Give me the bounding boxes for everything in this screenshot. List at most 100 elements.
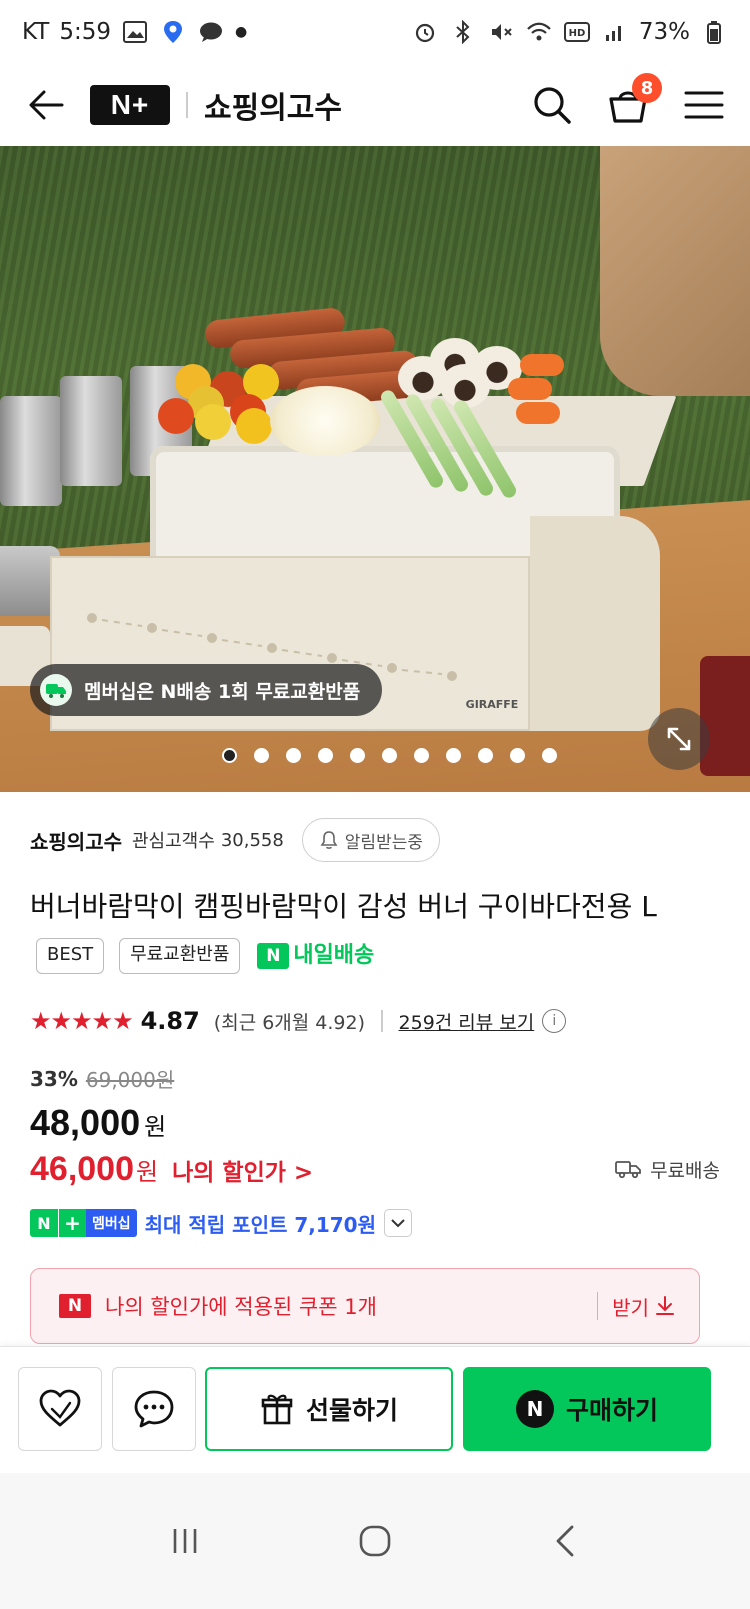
chip-n: N — [30, 1209, 58, 1237]
clock: 5:59 — [59, 19, 112, 45]
carousel-dot[interactable] — [446, 748, 461, 763]
wishlist-button[interactable] — [18, 1367, 102, 1451]
membership-promo-pill[interactable]: 멤버십은 N배송 1회 무료교환반품 — [30, 664, 383, 716]
search-icon — [534, 87, 571, 124]
rating-score: 4.87 — [140, 1007, 200, 1035]
next-day-delivery-label: 내일배송 — [293, 943, 375, 968]
original-price: 69,000원 — [85, 1068, 175, 1092]
buy-label: 구매하기 — [565, 1396, 658, 1425]
carousel-dots — [222, 748, 557, 763]
app-header: N+ 쇼핑의고수 8 — [0, 64, 750, 146]
expand-icon — [667, 727, 691, 751]
signal-icon — [601, 18, 629, 46]
product-title: 버너바람막이 캠핑바람막이 감성 버너 구이바다전용 L — [30, 890, 657, 923]
bell-icon — [320, 831, 338, 849]
download-icon — [656, 1296, 674, 1315]
product-image-carousel[interactable]: GIRAFFE 멤버십은 N배송 1회 무료교환반품 — [0, 146, 750, 792]
points-row: N + 멤버십 최대 적립 포인트 7,170원 — [30, 1206, 412, 1240]
battery-icon — [700, 18, 728, 46]
chevron-down-icon — [391, 1219, 405, 1228]
my-price-row: 46,000 원 나의 할인가 > 무료배송 — [30, 1150, 720, 1189]
original-price-row: 33% 69,000원 — [30, 1064, 174, 1093]
battery-percent: 73% — [638, 19, 690, 45]
hd-icon: HD — [563, 18, 591, 46]
coupon-download-button[interactable]: 받기 — [612, 1292, 675, 1321]
system-back-button[interactable] — [530, 1506, 600, 1576]
svg-text:HD: HD — [569, 28, 586, 39]
coupon-text: 나의 할인가에 적용된 쿠폰 1개 — [105, 1295, 377, 1319]
sale-price-unit: 원 — [144, 1113, 167, 1141]
carousel-dot[interactable] — [286, 748, 301, 763]
bluetooth-icon — [449, 18, 477, 46]
carousel-dot[interactable] — [254, 748, 269, 763]
best-tag: BEST — [36, 938, 105, 974]
gift-button[interactable]: 선물하기 — [205, 1367, 453, 1451]
search-button[interactable] — [528, 81, 576, 129]
promo-text: 멤버십은 N배송 1회 무료교환반품 — [84, 680, 361, 703]
bottom-action-bar: 선물하기 N 구매하기 — [0, 1346, 750, 1473]
coupon-banner[interactable]: N 나의 할인가에 적용된 쿠폰 1개 받기 — [30, 1268, 700, 1344]
coupon-n-badge: N — [59, 1294, 91, 1318]
info-icon[interactable]: i — [542, 1009, 567, 1033]
max-points-text: 최대 적립 포인트 7,170원 — [144, 1212, 376, 1237]
alarm-subscribe-button[interactable]: 알림받는중 — [301, 818, 440, 862]
recent-apps-icon — [173, 1529, 197, 1553]
status-left: KT 5:59 ● — [22, 18, 247, 46]
free-shipping: 무료배송 — [614, 1156, 720, 1183]
store-name-link[interactable]: 쇼핑의고수 — [30, 826, 122, 855]
naver-plus-logo[interactable]: N+ — [90, 85, 170, 125]
my-price-link[interactable]: 나의 할인가 > — [172, 1153, 313, 1187]
wifi-icon — [525, 18, 553, 46]
buy-button[interactable]: N 구매하기 — [463, 1367, 711, 1451]
brand-divider — [186, 92, 188, 118]
carousel-dot[interactable] — [542, 748, 557, 763]
back-button[interactable] — [22, 81, 70, 129]
follower-count: 30,558 — [220, 829, 284, 851]
expand-image-button[interactable] — [648, 708, 710, 770]
gift-label: 선물하기 — [305, 1396, 398, 1425]
carousel-dot[interactable] — [478, 748, 493, 763]
carousel-dot[interactable] — [318, 748, 333, 763]
cart-button[interactable]: 8 — [604, 73, 662, 129]
carousel-dot[interactable] — [414, 748, 429, 763]
free-shipping-label: 무료배송 — [650, 1159, 720, 1182]
points-expand-button[interactable] — [384, 1209, 412, 1237]
carousel-dot[interactable] — [510, 748, 525, 763]
rating-divider — [381, 1010, 383, 1032]
map-pin-icon — [159, 18, 187, 46]
rating-recent: (최근 6개월 4.92) — [213, 1011, 366, 1034]
home-button[interactable] — [340, 1506, 410, 1576]
naver-plus-membership-chip: N + 멤버십 — [30, 1209, 137, 1237]
carrier: KT — [22, 19, 50, 45]
product-title-block: 버너바람막이 캠핑바람막이 감성 버너 구이바다전용 L BEST 무료교환반품… — [30, 882, 720, 982]
menu-button[interactable] — [680, 81, 728, 129]
chip-plus: + — [58, 1209, 86, 1237]
chevron-left-icon — [556, 1525, 574, 1557]
my-discount-price: 46,000 — [30, 1150, 134, 1188]
sale-price: 48,000 — [30, 1102, 141, 1143]
discount-rate: 33% — [30, 1066, 78, 1091]
store-info-row: 쇼핑의고수 관심고객수 30,558 알림받는중 — [30, 812, 720, 868]
n-delivery-icon: N — [257, 943, 290, 969]
coupon-get-label: 받기 — [612, 1295, 649, 1320]
delivery-truck-icon — [40, 674, 72, 706]
my-price-unit: 원 — [136, 1158, 159, 1186]
arrow-left-icon — [29, 90, 64, 120]
recent-apps-button[interactable] — [150, 1506, 220, 1576]
home-icon — [359, 1525, 391, 1557]
naver-n-icon: N — [515, 1390, 554, 1428]
carousel-dot[interactable] — [350, 748, 365, 763]
talk-talk-button[interactable] — [112, 1367, 196, 1451]
mute-icon — [487, 18, 515, 46]
chat-icon — [134, 1390, 174, 1428]
store-title[interactable]: 쇼핑의고수 — [204, 83, 342, 127]
status-bar: KT 5:59 ● HD 73% — [0, 0, 750, 64]
gift-icon — [261, 1394, 293, 1425]
alarm-label: 알림받는중 — [344, 832, 423, 853]
header-actions: 8 — [528, 73, 728, 129]
carousel-dot[interactable] — [222, 748, 237, 763]
carousel-dot[interactable] — [382, 748, 397, 763]
review-link[interactable]: 259건 리뷰 보기 — [399, 1008, 535, 1035]
cart-count-badge: 8 — [632, 73, 662, 103]
notification-dot-icon: ● — [235, 24, 248, 40]
